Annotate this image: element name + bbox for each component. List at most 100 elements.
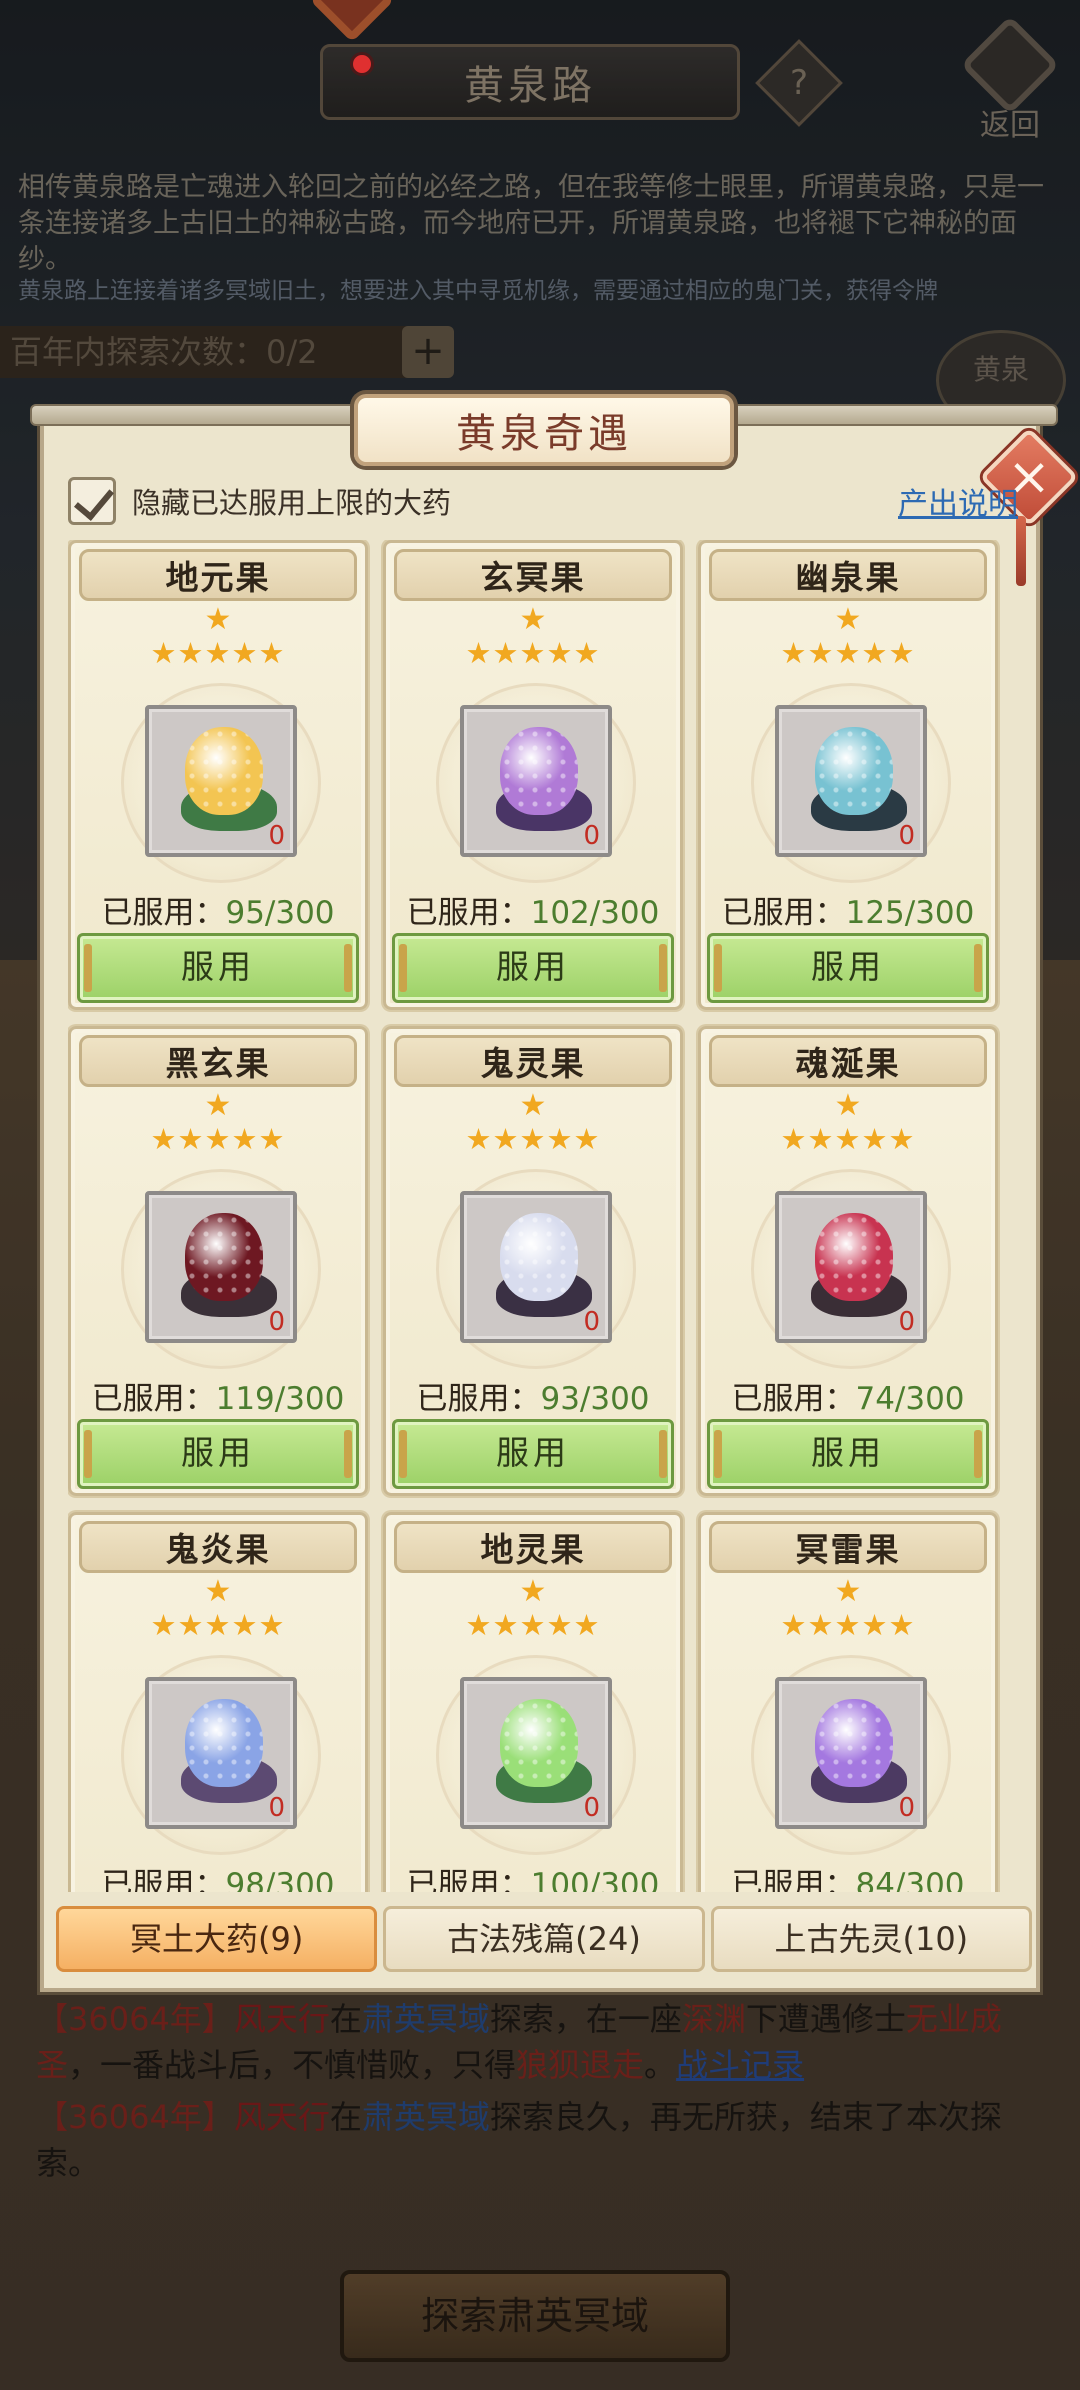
item-quantity: 0 [898,1307,915,1337]
eaten-label: 已服用： [721,895,846,931]
item-grid-viewport[interactable]: 地元果 ★ ★★★★★ 0 已服用：95/300 服用 玄冥果 ★ ★★★★★ … [68,540,1018,1892]
produce-info-link[interactable]: 产出说明 [898,479,1018,523]
category-tabs: 冥土大药(9) 古法残篇(24) 上古先灵(10) [56,1906,1032,1972]
item-card: 地灵果 ★ ★★★★★ 0 已服用：100/300 服用 [383,1512,683,1892]
modal-title: 黄泉奇遇 [456,411,632,457]
item-icon-frame[interactable]: 0 [775,1677,927,1829]
item-quantity: 0 [268,1307,285,1337]
item-name-plate: 幽泉果 [709,549,987,601]
eaten-label: 已服用： [406,1867,531,1892]
item-grid: 地元果 ★ ★★★★★ 0 已服用：95/300 服用 玄冥果 ★ ★★★★★ … [68,540,1018,1892]
eaten-value: 84/300 [855,1867,965,1892]
grade-star-icon: ★ [204,1574,232,1609]
tab-mingtu-dayao[interactable]: 冥土大药(9) [56,1906,378,1972]
rating-stars: ★★★★★ [465,636,601,670]
rating-stars: ★★★★★ [150,636,286,670]
grade-star-icon: ★ [519,1088,547,1123]
item-name: 鬼炎果 [165,1530,271,1569]
fruit-icon [185,1699,263,1787]
item-name-plate: 冥雷果 [709,1521,987,1573]
item-name: 玄冥果 [480,558,586,597]
hide-maxed-label: 隐藏已达服用上限的大药 [132,486,452,520]
filter-row: 隐藏已达服用上限的大药 产出说明 [68,476,1018,526]
fruit-icon [815,727,893,815]
item-card: 鬼灵果 ★ ★★★★★ 0 已服用：93/300 服用 [383,1026,683,1496]
grade-star-icon: ★ [834,1088,862,1123]
rating-stars: ★★★★★ [780,1608,916,1642]
item-quantity: 0 [268,821,285,851]
eaten-label: 已服用： [101,895,226,931]
hide-maxed-checkbox[interactable] [68,477,116,525]
item-eaten-count: 已服用：100/300 [386,1859,680,1892]
item-card: 鬼炎果 ★ ★★★★★ 0 已服用：98/300 服用 [68,1512,368,1892]
item-eaten-count: 已服用：98/300 [71,1859,365,1892]
item-icon-frame[interactable]: 0 [145,1677,297,1829]
item-icon-frame[interactable]: 0 [460,1677,612,1829]
item-name: 魂涎果 [795,1044,901,1083]
item-icon-frame[interactable]: 0 [775,705,927,857]
item-name: 冥雷果 [795,1530,901,1569]
item-quantity: 0 [583,821,600,851]
fruit-icon [185,727,263,815]
consume-button[interactable]: 服用 [707,933,989,1003]
consume-button[interactable]: 服用 [77,1419,359,1489]
fruit-icon [815,1699,893,1787]
grade-star-icon: ★ [204,1088,232,1123]
fruit-icon [500,1213,578,1301]
eaten-value: 125/300 [845,895,975,931]
eaten-value: 93/300 [540,1381,650,1417]
fruit-icon [500,727,578,815]
item-quantity: 0 [898,821,915,851]
item-eaten-count: 已服用：125/300 [701,887,995,932]
item-eaten-count: 已服用：84/300 [701,1859,995,1892]
eaten-label: 已服用： [101,1867,226,1892]
rating-stars: ★★★★★ [150,1608,286,1642]
rating-stars: ★★★★★ [465,1122,601,1156]
eaten-label: 已服用： [731,1867,856,1892]
grade-star-icon: ★ [204,602,232,637]
item-card: 玄冥果 ★ ★★★★★ 0 已服用：102/300 服用 [383,540,683,1010]
item-icon-frame[interactable]: 0 [460,705,612,857]
eaten-value: 98/300 [225,1867,335,1892]
item-eaten-count: 已服用：95/300 [71,887,365,932]
tab-shanggu-xianling[interactable]: 上古先灵(10) [710,1906,1032,1972]
item-icon-frame[interactable]: 0 [775,1191,927,1343]
eaten-value: 95/300 [225,895,335,931]
item-eaten-count: 已服用：119/300 [71,1373,365,1418]
item-icon-frame[interactable]: 0 [460,1191,612,1343]
item-icon-frame[interactable]: 0 [145,1191,297,1343]
item-icon-frame[interactable]: 0 [145,705,297,857]
item-eaten-count: 已服用：74/300 [701,1373,995,1418]
consume-button[interactable]: 服用 [77,933,359,1003]
item-eaten-count: 已服用：102/300 [386,887,680,932]
consume-button[interactable]: 服用 [707,1419,989,1489]
rating-stars: ★★★★★ [465,1608,601,1642]
notification-dot-icon [350,52,374,76]
grade-star-icon: ★ [834,602,862,637]
fruit-icon [500,1699,578,1787]
item-name-plate: 地元果 [79,549,357,601]
tab-gufa-canpian[interactable]: 古法残篇(24) [383,1906,705,1972]
item-card: 幽泉果 ★ ★★★★★ 0 已服用：125/300 服用 [698,540,998,1010]
eaten-label: 已服用： [416,1381,541,1417]
eaten-value: 119/300 [215,1381,345,1417]
item-name-plate: 黑玄果 [79,1035,357,1087]
item-name: 鬼灵果 [480,1044,586,1083]
consume-button[interactable]: 服用 [392,1419,674,1489]
item-name-plate: 鬼灵果 [394,1035,672,1087]
item-quantity: 0 [583,1307,600,1337]
item-quantity: 0 [583,1793,600,1823]
grade-star-icon: ★ [834,1574,862,1609]
item-name-plate: 玄冥果 [394,549,672,601]
item-quantity: 0 [268,1793,285,1823]
modal-title-plate: 黄泉奇遇 [354,394,734,466]
item-quantity: 0 [898,1793,915,1823]
item-name: 黑玄果 [165,1044,271,1083]
rating-stars: ★★★★★ [150,1122,286,1156]
consume-button[interactable]: 服用 [392,933,674,1003]
fruit-icon [815,1213,893,1301]
eaten-value: 102/300 [530,895,660,931]
encounter-modal: 黄泉奇遇 × 隐藏已达服用上限的大药 产出说明 地元果 ★ ★★★★★ 0 已服… [30,394,1079,1992]
eaten-label: 已服用： [91,1381,216,1417]
item-name-plate: 鬼炎果 [79,1521,357,1573]
